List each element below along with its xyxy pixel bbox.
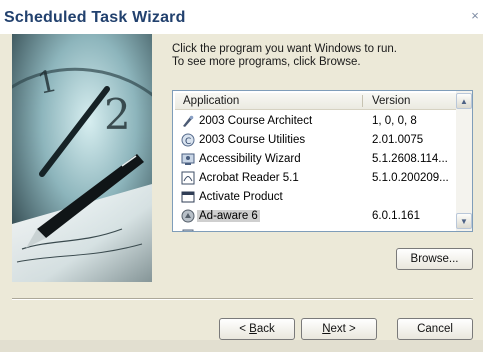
list-item[interactable]: Acrobat Reader 5.1 5.1.0.200209... bbox=[175, 169, 458, 188]
back-button-accelerator: B bbox=[249, 323, 257, 335]
close-icon[interactable]: × bbox=[469, 9, 481, 23]
list-item[interactable]: 2003 Course Architect 1, 0, 0, 8 bbox=[175, 112, 458, 131]
list-header: Application Version bbox=[175, 93, 458, 110]
list-vertical-scrollbar[interactable]: ▲ ▼ bbox=[456, 91, 472, 231]
column-divider[interactable] bbox=[362, 95, 363, 107]
list-item-partial[interactable] bbox=[175, 226, 458, 231]
adaware-icon bbox=[181, 209, 195, 223]
course-architect-icon bbox=[181, 114, 195, 128]
svg-text:C: C bbox=[185, 137, 191, 147]
back-button[interactable]: < Back bbox=[219, 318, 295, 340]
list-item-name: Ad-aware 6 bbox=[197, 210, 260, 222]
window-icon bbox=[181, 190, 195, 204]
list-rows: 2003 Course Architect 1, 0, 0, 8 C 2003 … bbox=[175, 112, 458, 231]
scroll-up-button[interactable]: ▲ bbox=[456, 93, 472, 109]
divider bbox=[12, 298, 473, 300]
scroll-down-button[interactable]: ▼ bbox=[456, 213, 472, 229]
next-button-accelerator: N bbox=[322, 323, 331, 335]
instruction-text: Click the program you want Windows to ru… bbox=[172, 43, 462, 69]
svg-text:2: 2 bbox=[104, 90, 131, 139]
course-utilities-icon: C bbox=[181, 133, 195, 147]
next-button[interactable]: Next > bbox=[301, 318, 377, 340]
list-item-name: Activate Product bbox=[199, 191, 283, 203]
list-item-version: 1, 0, 0, 8 bbox=[372, 115, 417, 127]
list-item[interactable]: Activate Product bbox=[175, 188, 458, 207]
cancel-button[interactable]: Cancel bbox=[397, 318, 473, 340]
back-button-rest: ack bbox=[256, 323, 275, 335]
program-list[interactable]: Application Version 2003 Course Architec… bbox=[172, 90, 473, 232]
instruction-line-1: Click the program you want Windows to ru… bbox=[172, 43, 397, 55]
accessibility-wizard-icon bbox=[181, 152, 195, 166]
wizard-banner-image: 1 2 bbox=[12, 34, 152, 282]
list-item-selected[interactable]: Ad-aware 6 6.0.1.161 bbox=[175, 207, 458, 226]
list-item-version: 5.1.0.200209... bbox=[372, 172, 449, 184]
bottom-edge bbox=[0, 340, 483, 352]
list-item-version: 6.0.1.161 bbox=[372, 210, 420, 222]
title-bar: Scheduled Task Wizard × bbox=[0, 0, 483, 34]
list-item-name: 2003 Course Architect bbox=[199, 115, 313, 127]
instruction-line-2: To see more programs, click Browse. bbox=[172, 56, 361, 68]
browse-button[interactable]: Browse... bbox=[396, 248, 473, 270]
list-item-version: 2.01.0075 bbox=[372, 134, 424, 146]
next-button-rest: ext > bbox=[330, 323, 356, 335]
column-header-version[interactable]: Version bbox=[372, 95, 410, 107]
clock-and-pen-illustration: 1 2 bbox=[12, 34, 152, 282]
list-item-name: Acrobat Reader 5.1 bbox=[199, 172, 299, 184]
window-title: Scheduled Task Wizard bbox=[4, 9, 186, 26]
chevron-down-icon: ▼ bbox=[460, 216, 468, 226]
list-item-name: Accessibility Wizard bbox=[199, 153, 301, 165]
list-item[interactable]: C 2003 Course Utilities 2.01.0075 bbox=[175, 131, 458, 150]
chevron-up-icon: ▲ bbox=[460, 96, 468, 106]
acrobat-reader-icon bbox=[181, 171, 195, 185]
back-button-prefix: < bbox=[239, 323, 250, 335]
list-item-name: 2003 Course Utilities bbox=[199, 134, 306, 146]
partial-row-icon bbox=[181, 228, 195, 231]
list-item-version: 5.1.2608.114... bbox=[372, 153, 448, 165]
column-header-application[interactable]: Application bbox=[183, 95, 239, 107]
list-item[interactable]: Accessibility Wizard 5.1.2608.114... bbox=[175, 150, 458, 169]
